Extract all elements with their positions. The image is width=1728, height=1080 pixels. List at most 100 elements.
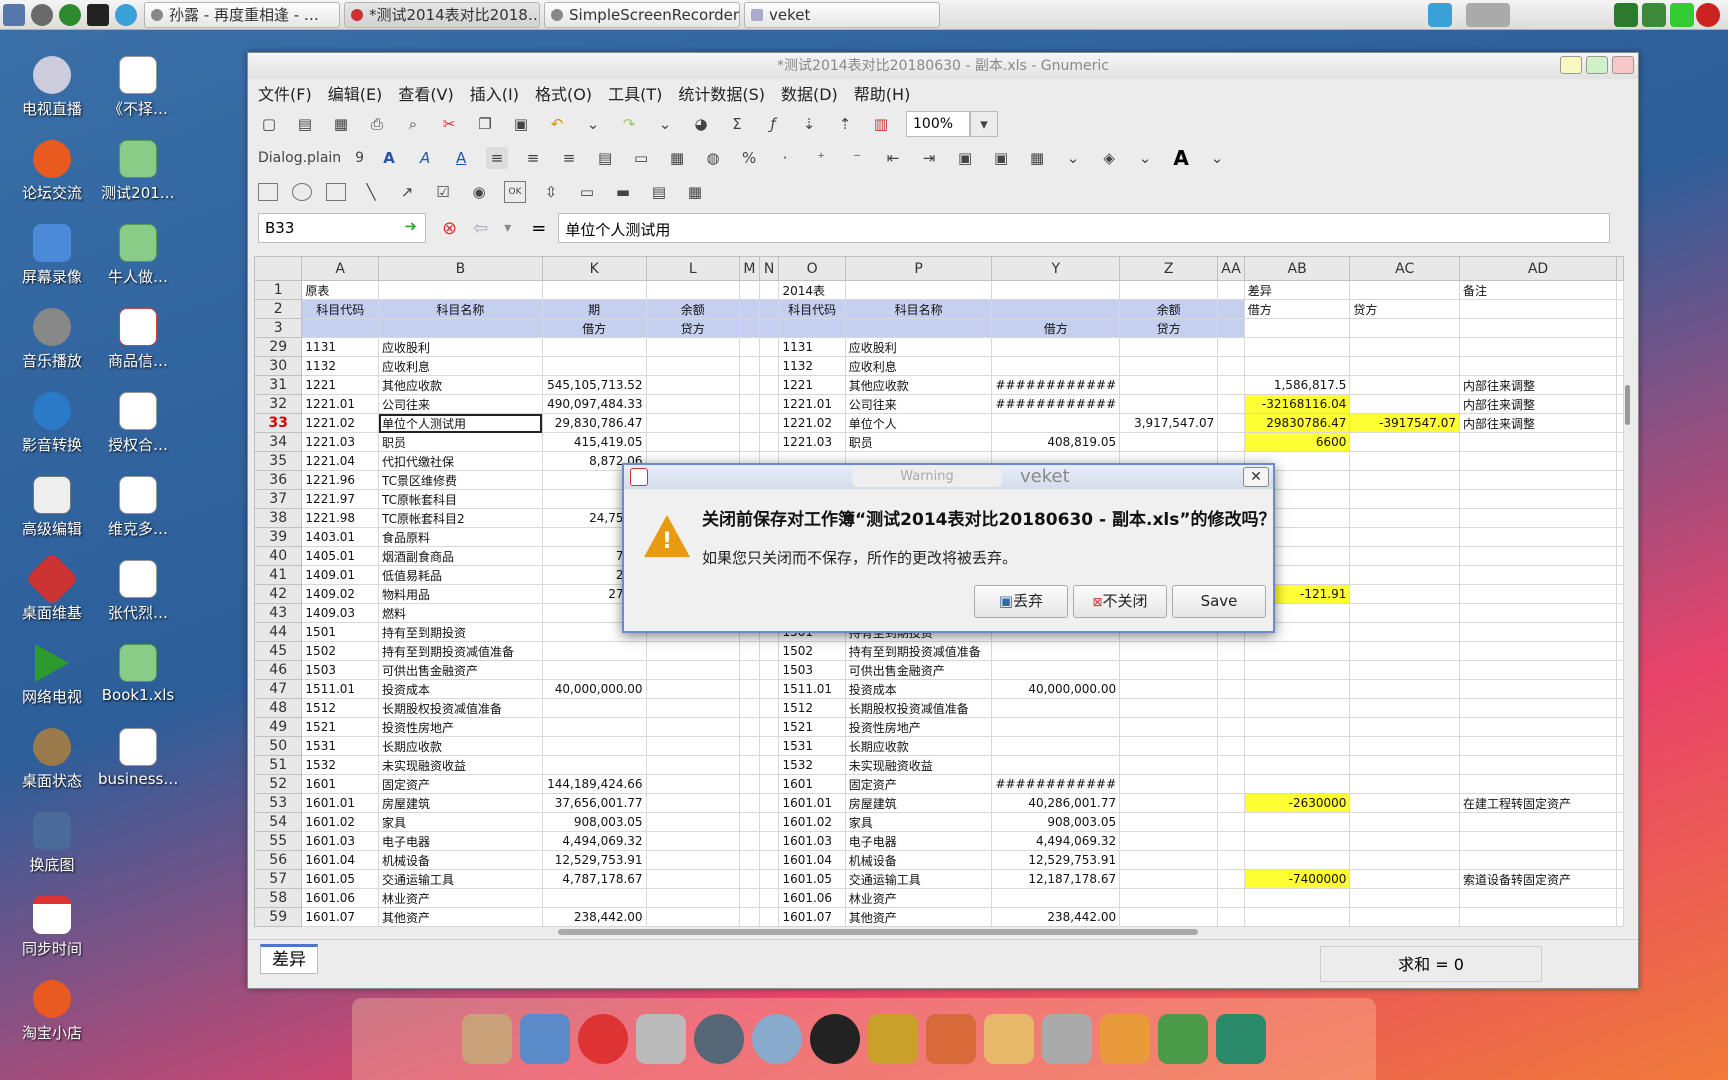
column-header-a[interactable]: A — [301, 256, 380, 281]
grid-cell[interactable] — [1459, 907, 1617, 927]
grid-cell[interactable]: 1601.06 — [301, 888, 380, 908]
grid-cell[interactable]: 长期应收款 — [378, 736, 543, 756]
header-cell[interactable]: 贷方 — [1119, 318, 1219, 338]
grid-cell[interactable]: 1403.01 — [301, 527, 380, 547]
grid-cell[interactable]: 40,000,000.00 — [541, 679, 647, 699]
corner-cell[interactable] — [254, 256, 303, 281]
sheet-tab-difference[interactable]: 差异 — [260, 944, 318, 974]
header-cell[interactable] — [1459, 299, 1617, 319]
grid-cell[interactable] — [1616, 869, 1624, 889]
grid-cell[interactable]: 1601.04 — [778, 850, 846, 870]
grid-cell[interactable] — [1243, 888, 1351, 908]
grid-cell[interactable]: 电子电器 — [844, 831, 993, 851]
row-header[interactable]: 49 — [254, 717, 303, 737]
grid-cell[interactable] — [1217, 375, 1245, 395]
grid-cell[interactable]: 908,003.05 — [991, 812, 1121, 832]
grid-cell[interactable] — [1243, 831, 1351, 851]
grid-cell[interactable] — [1459, 812, 1617, 832]
grid-cell[interactable]: 1601 — [301, 774, 380, 794]
grid-cell[interactable] — [1349, 755, 1460, 775]
grid-cell[interactable]: 1132 — [301, 356, 380, 376]
grid-cell[interactable] — [1119, 831, 1219, 851]
row-header[interactable]: 57 — [254, 869, 303, 889]
task-music[interactable]: 孙露 - 再度重相逢 - … — [144, 1, 340, 28]
row-header[interactable]: 44 — [254, 622, 303, 642]
borders-icon[interactable]: ▦ — [1026, 147, 1048, 169]
header-cell[interactable]: 余额 — [645, 299, 740, 319]
grid-cell[interactable]: 12,187,178.67 — [991, 869, 1121, 889]
network-icon[interactable] — [1428, 3, 1452, 27]
grid-cell[interactable] — [1616, 356, 1624, 376]
grid-cell[interactable] — [1119, 337, 1219, 357]
grid-cell[interactable]: 低值易耗品 — [378, 565, 543, 585]
grid-cell[interactable] — [1459, 451, 1617, 471]
header-cell[interactable] — [1217, 280, 1245, 300]
grid-cell[interactable] — [738, 660, 760, 680]
dialog-close-button[interactable]: ✕ — [1243, 467, 1269, 487]
grid-cell[interactable]: 1409.03 — [301, 603, 380, 623]
grid-cell[interactable]: 1132 — [778, 356, 846, 376]
grid-cell[interactable] — [1243, 679, 1351, 699]
terminal-icon[interactable] — [87, 3, 109, 26]
grid-cell[interactable] — [1243, 337, 1351, 357]
grid-cell[interactable]: 其他资产 — [844, 907, 993, 927]
grid-cell[interactable] — [1217, 394, 1245, 414]
row-header[interactable]: 3 — [254, 318, 303, 338]
header-cell[interactable]: 余额 — [1119, 299, 1219, 319]
grid-cell[interactable] — [1459, 774, 1617, 794]
grid-cell[interactable] — [1349, 375, 1460, 395]
grid-cell[interactable] — [645, 850, 740, 870]
grid-cell[interactable] — [1119, 679, 1219, 699]
dock-file-manager-icon[interactable] — [462, 1014, 512, 1064]
grid-cell[interactable]: 1409.02 — [301, 584, 380, 604]
grid-cell[interactable] — [758, 793, 780, 813]
grid-cell[interactable] — [541, 717, 647, 737]
close-window-button[interactable] — [1612, 56, 1634, 74]
header-cell[interactable]: 借方 — [541, 318, 647, 338]
desktop-icon[interactable]: 影音转换 — [12, 392, 92, 455]
grid-cell[interactable]: 燃料 — [378, 603, 543, 623]
tray-play-icon[interactable] — [1614, 3, 1638, 27]
grid-cell[interactable] — [738, 736, 760, 756]
grid-cell[interactable]: 在建工程转固定资产 — [1459, 793, 1617, 813]
header-cell[interactable] — [1349, 318, 1460, 338]
grid-cell[interactable] — [1349, 394, 1460, 414]
grid-cell[interactable] — [645, 641, 740, 661]
row-header[interactable]: 54 — [254, 812, 303, 832]
grid-cell[interactable]: 1601.05 — [778, 869, 846, 889]
grid-cell[interactable] — [991, 888, 1121, 908]
row-header[interactable]: 43 — [254, 603, 303, 623]
grid-cell[interactable] — [1119, 736, 1219, 756]
row-header[interactable]: 59 — [254, 907, 303, 927]
grid-cell[interactable] — [1217, 736, 1245, 756]
dock-users-icon[interactable] — [752, 1014, 802, 1064]
grid-cell[interactable] — [1243, 907, 1351, 927]
grid-cell[interactable] — [758, 698, 780, 718]
grid-cell[interactable] — [1119, 888, 1219, 908]
grid-cell[interactable]: 单位个人测试用 — [378, 413, 543, 433]
grid-cell[interactable]: 家具 — [378, 812, 543, 832]
menu-help[interactable]: 帮助(H) — [854, 81, 911, 105]
grid-cell[interactable]: 40,000,000.00 — [991, 679, 1121, 699]
function-icon[interactable]: ƒ — [762, 113, 784, 135]
grid-cell[interactable] — [645, 869, 740, 889]
grid-cell[interactable] — [645, 413, 740, 433]
redo-dropdown-icon[interactable]: ⌄ — [654, 113, 676, 135]
grid-cell[interactable]: ############ — [991, 394, 1121, 414]
grid-cell[interactable]: 1221.03 — [301, 432, 380, 452]
grid-cell[interactable] — [758, 736, 780, 756]
grid-cell[interactable] — [1349, 508, 1460, 528]
header-cell[interactable] — [738, 280, 760, 300]
grid-cell[interactable] — [645, 812, 740, 832]
grid-cell[interactable]: 单位个人 — [844, 413, 993, 433]
dialog-titlebar[interactable]: Warning veket ✕ — [624, 465, 1273, 489]
header-cell[interactable] — [778, 318, 846, 338]
header-cell[interactable]: 差异 — [1243, 280, 1351, 300]
grid-cell[interactable]: 1511.01 — [778, 679, 846, 699]
grid-cell[interactable] — [1459, 831, 1617, 851]
dock-paint-icon[interactable] — [984, 1014, 1034, 1064]
grid-cell[interactable] — [1217, 812, 1245, 832]
grid-cell[interactable] — [758, 641, 780, 661]
enter-icon[interactable]: ⇦ — [473, 218, 488, 239]
grid-cell[interactable]: 29830786.47 — [1243, 413, 1351, 433]
